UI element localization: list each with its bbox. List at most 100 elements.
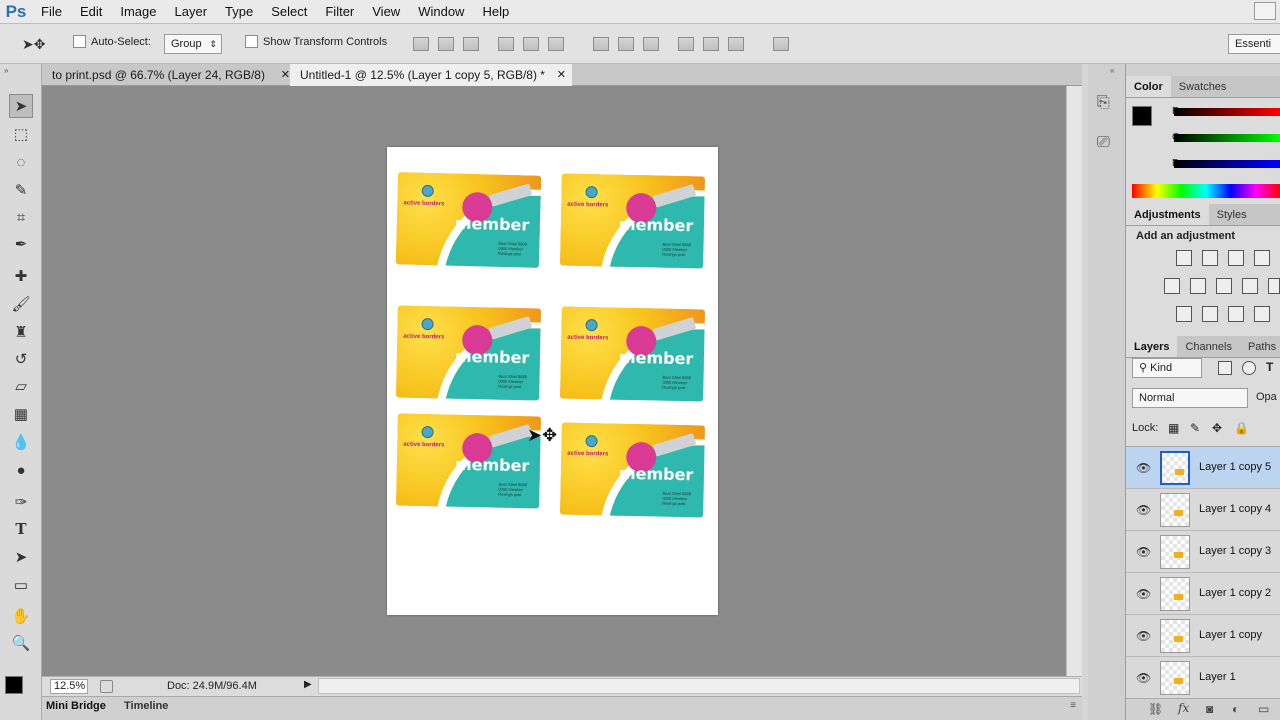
fx-icon[interactable]: fx [1178, 701, 1189, 715]
horizontal-scrollbar[interactable] [318, 678, 1080, 694]
share-icon[interactable] [100, 680, 113, 693]
eye-icon[interactable]: 👁 [1136, 629, 1151, 643]
history-brush-tool-icon[interactable]: ↺ [9, 347, 33, 371]
lasso-tool-icon[interactable]: ◌ [9, 150, 33, 174]
eraser-tool-icon[interactable]: ▱ [9, 374, 33, 398]
layer-row[interactable]: 👁 Layer 1 copy 2 [1126, 573, 1280, 615]
marquee-tool-icon[interactable]: ⬚ [9, 122, 33, 146]
blur-tool-icon[interactable]: 💧 [9, 430, 33, 454]
new-group-icon[interactable]: ▭ [1258, 702, 1269, 716]
invert-icon[interactable] [1176, 306, 1192, 322]
distribute-bottom-icon[interactable] [643, 37, 659, 51]
gradient-tool-icon[interactable]: ▦ [9, 402, 33, 426]
align-top-icon[interactable] [413, 37, 429, 51]
exposure-icon[interactable] [1254, 250, 1270, 266]
member-card[interactable]: active borders member Bear Shiel 8888 00… [560, 306, 705, 402]
zoom-field[interactable]: 12.5% [50, 679, 88, 694]
menu-window[interactable]: Window [409, 0, 473, 24]
tab-untitled-1[interactable]: Untitled-1 @ 12.5% (Layer 1 copy 5, RGB/… [290, 64, 572, 86]
foreground-color-swatch[interactable] [1132, 106, 1152, 126]
menu-layer[interactable]: Layer [166, 0, 217, 24]
document-canvas[interactable]: active borders member Bear Shiel 8888 00… [387, 147, 718, 615]
vibrance-icon[interactable] [1164, 278, 1180, 294]
member-card[interactable]: active borders member Bear Shiel 8888 00… [395, 172, 542, 268]
dodge-tool-icon[interactable]: ● [9, 458, 33, 482]
tab-paths[interactable]: Paths [1240, 336, 1280, 357]
align-hcenter-icon[interactable] [523, 37, 539, 51]
new-adjustment-icon[interactable]: ◐ [1232, 702, 1239, 716]
collapse-icon[interactable]: » [4, 66, 8, 75]
eye-icon[interactable]: 👁 [1136, 671, 1151, 685]
layer-row[interactable]: 👁 Layer 1 [1126, 657, 1280, 699]
filter-type-icon[interactable]: T [1266, 360, 1273, 374]
history-icon[interactable]: ⎘ [1097, 94, 1110, 112]
align-bottom-icon[interactable] [463, 37, 479, 51]
align-left-icon[interactable] [498, 37, 514, 51]
quick-select-tool-icon[interactable]: ✎ [9, 178, 33, 202]
hue-saturation-icon[interactable] [1190, 278, 1206, 294]
crop-tool-icon[interactable]: ⌗ [9, 205, 33, 229]
show-transform-box[interactable] [245, 35, 258, 48]
close-icon[interactable]: ✕ [281, 64, 290, 86]
layer-row[interactable]: 👁 Layer 1 copy 5 [1126, 447, 1280, 489]
member-card[interactable]: active borders member Bear Shiel 8888 00… [396, 305, 541, 401]
tab-layers[interactable]: Layers [1126, 336, 1178, 357]
clone-stamp-tool-icon[interactable]: ♜ [9, 320, 33, 344]
show-transform-checkbox[interactable]: Show Transform Controls [245, 35, 387, 48]
member-card[interactable]: active borders member Bear Shiel 8888 00… [396, 413, 541, 509]
minimize-button[interactable] [1254, 2, 1276, 20]
properties-icon[interactable]: ⎚ [1097, 134, 1110, 152]
gradient-map-icon[interactable] [1228, 306, 1244, 322]
green-slider[interactable] [1174, 134, 1280, 142]
distribute-right-icon[interactable] [728, 37, 744, 51]
zoom-tool-icon[interactable]: 🔍 [9, 631, 33, 655]
eye-icon[interactable]: 👁 [1136, 545, 1151, 559]
photo-filter-icon[interactable] [1268, 278, 1280, 294]
color-spectrum-ramp[interactable] [1132, 184, 1280, 198]
rectangle-tool-icon[interactable]: ▭ [9, 573, 33, 597]
brush-tool-icon[interactable]: 🖌 [9, 292, 33, 316]
foreground-color-swatch[interactable] [5, 676, 23, 694]
distribute-vcenter-icon[interactable] [618, 37, 634, 51]
menu-type[interactable]: Type [216, 0, 262, 24]
black-white-icon[interactable] [1242, 278, 1258, 294]
auto-select-box[interactable] [73, 35, 86, 48]
healing-brush-tool-icon[interactable]: ✚ [9, 264, 33, 288]
tab-swatches[interactable]: Swatches [1171, 76, 1235, 97]
auto-align-icon[interactable] [773, 37, 789, 51]
vertical-scrollbar[interactable] [1066, 86, 1082, 676]
filter-adjustment-icon[interactable] [1242, 361, 1256, 375]
tab-color[interactable]: Color [1126, 76, 1171, 97]
add-mask-icon[interactable]: ◙ [1206, 702, 1213, 716]
auto-select-dropdown[interactable]: Group ⇕ [164, 34, 222, 54]
menu-edit[interactable]: Edit [71, 0, 111, 24]
filter-pixel-icon[interactable] [1218, 361, 1232, 375]
hand-tool-icon[interactable]: ✋ [9, 604, 33, 628]
tab-adjustments[interactable]: Adjustments [1126, 204, 1209, 225]
eye-icon[interactable]: 👁 [1136, 587, 1151, 601]
tab-to-print[interactable]: to print.psd @ 66.7% (Layer 24, RGB/8) ✕ [42, 64, 290, 86]
lock-move-icon[interactable]: ✥ [1212, 421, 1222, 435]
close-icon[interactable]: ✕ [557, 64, 566, 86]
color-balance-icon[interactable] [1216, 278, 1232, 294]
layer-filter-dropdown[interactable]: ⚲ Kind [1132, 358, 1202, 378]
move-tool-icon[interactable]: ➤ [9, 94, 33, 118]
menu-image[interactable]: Image [111, 0, 165, 24]
auto-select-checkbox[interactable]: Auto-Select: [73, 35, 151, 48]
member-card[interactable]: active borders member Bear Shiel 8888 00… [560, 422, 705, 518]
red-slider[interactable] [1174, 108, 1280, 116]
menu-select[interactable]: Select [262, 0, 316, 24]
menu-view[interactable]: View [363, 0, 409, 24]
move-tool-icon[interactable]: ➤✥ [22, 36, 45, 53]
layer-row[interactable]: 👁 Layer 1 copy 4 [1126, 489, 1280, 531]
menu-filter[interactable]: Filter [316, 0, 363, 24]
pen-tool-icon[interactable]: ✑ [9, 490, 33, 514]
menu-file[interactable]: File [32, 0, 71, 24]
levels-icon[interactable] [1202, 250, 1218, 266]
layer-row[interactable]: 👁 Layer 1 copy 3 [1126, 531, 1280, 573]
link-layers-icon[interactable]: ⛓ [1148, 702, 1163, 716]
tab-mini-bridge[interactable]: Mini Bridge [46, 700, 106, 712]
align-right-icon[interactable] [548, 37, 564, 51]
eye-icon[interactable]: 👁 [1136, 503, 1151, 517]
brightness-icon[interactable] [1176, 250, 1192, 266]
